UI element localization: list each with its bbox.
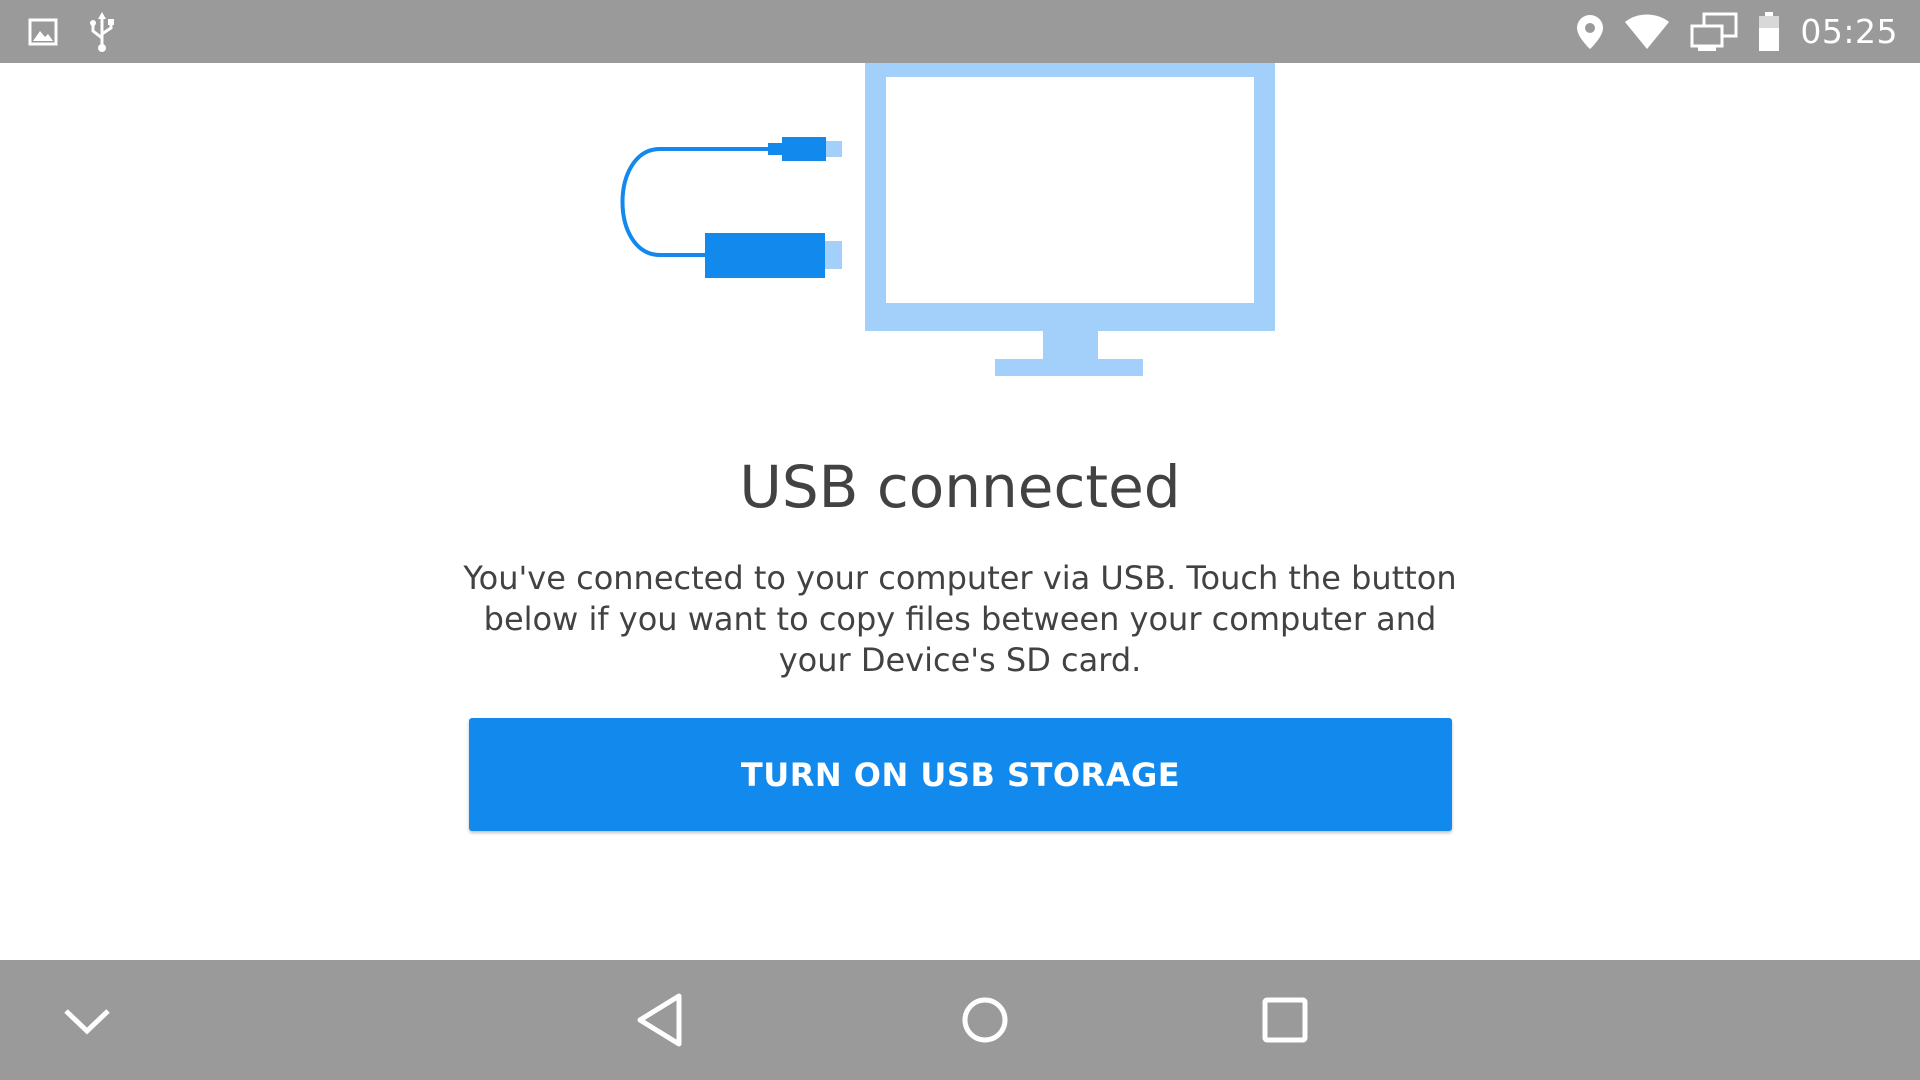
wifi-icon — [1624, 14, 1670, 50]
monitor-neck — [1043, 331, 1098, 359]
small-plug-tip — [826, 141, 842, 157]
recents-icon — [1262, 997, 1308, 1043]
cast-screen-icon — [1690, 12, 1738, 52]
navigation-bar — [0, 960, 1920, 1080]
location-icon — [1576, 14, 1604, 50]
clock: 05:25 — [1800, 12, 1898, 51]
usb-connected-screen: 05:25 USB connected You've connected to … — [0, 0, 1920, 1080]
status-system: 05:25 — [1576, 0, 1898, 63]
usb-description: You've connected to your computer via US… — [463, 559, 1457, 679]
usb-icon — [88, 11, 116, 52]
battery-icon — [1758, 11, 1780, 52]
turn-on-usb-storage-button[interactable]: TURN ON USB STORAGE — [469, 718, 1452, 831]
main-content: USB connected You've connected to your c… — [0, 63, 1920, 960]
small-plug-neck — [768, 143, 783, 155]
status-bar: 05:25 — [0, 0, 1920, 63]
small-plug-body — [782, 137, 826, 161]
back-icon — [637, 993, 682, 1047]
page-title: USB connected — [739, 453, 1181, 521]
monitor-stand — [995, 359, 1143, 376]
status-notifications — [28, 0, 116, 63]
home-button[interactable] — [925, 960, 1045, 1080]
back-button[interactable] — [600, 960, 720, 1080]
usb-computer-illustration — [620, 63, 1275, 376]
collapse-icon — [64, 1009, 110, 1035]
home-icon — [962, 997, 1008, 1043]
recents-button[interactable] — [1225, 960, 1345, 1080]
monitor-screen — [886, 77, 1254, 303]
large-plug-tip — [825, 241, 842, 269]
collapse-button[interactable] — [27, 960, 147, 1080]
large-plug-body — [705, 233, 825, 278]
image-notification-icon — [28, 18, 58, 46]
